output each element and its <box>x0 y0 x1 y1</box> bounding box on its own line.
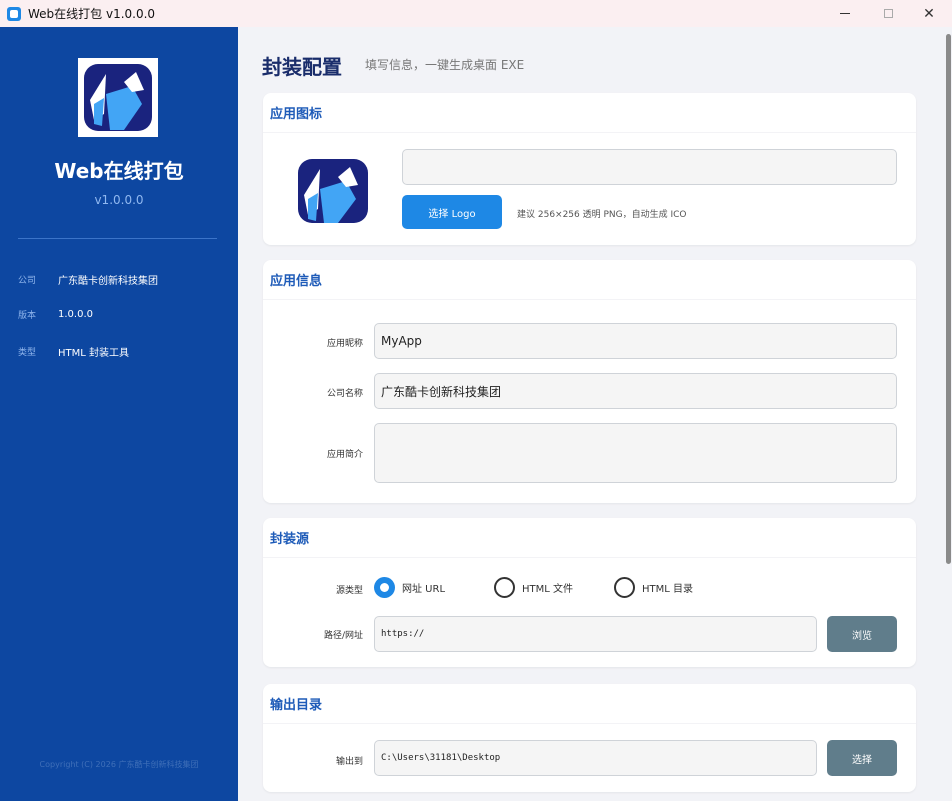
card-app-info: 应用信息 应用昵称 MyApp 公司名称 广东酷卡创新科技集团 应用简介 <box>263 260 916 503</box>
card-title: 应用信息 <box>263 260 916 300</box>
maximize-button[interactable] <box>865 0 911 27</box>
card-app-icon: 应用图标 选择 Logo 建议 256×256 透明 PNG，自动生成 ICO <box>263 93 916 245</box>
copyright-text: Copyright (C) 2026 广东酷卡创新科技集团 <box>39 760 199 769</box>
radio-label: 网址 URL <box>402 584 446 595</box>
info-label: 类型 <box>18 348 37 358</box>
info-value: HTML 封装工具 <box>58 348 130 359</box>
card-title: 应用图标 <box>263 93 916 133</box>
window-title: Web在线打包 v1.0.0.0 <box>28 7 156 21</box>
info-row-type: 类型 HTML 封装工具 <box>18 344 129 359</box>
radio-label: HTML 文件 <box>522 584 574 595</box>
page-title: 封装配置 <box>262 55 342 79</box>
card-source: 封装源 源类型 网址 URL HTML 文件 HTML 目录 路径/网址 htt… <box>263 518 916 667</box>
icon-preview <box>296 157 370 229</box>
select-output-button[interactable]: 选择 <box>827 740 897 776</box>
source-path-input[interactable]: https:// <box>374 616 817 652</box>
page-subtitle: 填写信息，一键生成桌面 EXE <box>365 58 525 72</box>
radio-source-html-file[interactable]: HTML 文件 <box>494 577 573 598</box>
minimize-icon <box>840 13 850 14</box>
sidebar-app-version: v1.0.0.0 <box>94 193 144 207</box>
app-window-icon <box>7 6 21 21</box>
minimize-button[interactable] <box>822 0 868 27</box>
output-dir-input[interactable]: C:\Users\31181\Desktop <box>374 740 817 776</box>
card-title: 输出目录 <box>263 684 916 724</box>
scrollbar-thumb[interactable] <box>946 34 951 564</box>
info-value: 1.0.0.0 <box>58 309 93 320</box>
card-title: 封装源 <box>263 518 916 558</box>
maximize-icon <box>883 9 893 18</box>
info-value: 广东酷卡创新科技集团 <box>58 276 158 287</box>
field-label: 公司名称 <box>326 389 363 399</box>
logo-preview-icon <box>298 159 368 223</box>
sidebar-app-name: Web在线打包 <box>54 159 184 183</box>
radio-unselected-icon <box>494 577 515 598</box>
company-name-input[interactable]: 广东酷卡创新科技集团 <box>374 373 897 409</box>
info-row-version: 版本 1.0.0.0 <box>18 308 93 321</box>
select-logo-button[interactable]: 选择 Logo <box>402 195 502 229</box>
field-label: 应用简介 <box>326 450 363 460</box>
field-label: 应用昵称 <box>326 339 363 349</box>
info-label: 版本 <box>18 311 37 321</box>
path-label: 路径/网址 <box>323 631 363 641</box>
output-label: 输出到 <box>335 757 363 767</box>
radio-source-html-dir[interactable]: HTML 目录 <box>614 577 693 598</box>
title-bar: Web在线打包 v1.0.0.0 ✕ <box>0 0 952 27</box>
app-nickname-input[interactable]: MyApp <box>374 323 897 359</box>
radio-selected-icon <box>374 577 395 598</box>
info-row-company: 公司 广东酷卡创新科技集团 <box>18 272 158 287</box>
close-button[interactable]: ✕ <box>906 0 952 27</box>
source-type-label: 源类型 <box>335 586 363 596</box>
icon-hint: 建议 256×256 透明 PNG，自动生成 ICO <box>517 210 687 220</box>
logo-icon <box>84 64 152 131</box>
app-description-textarea[interactable] <box>374 423 897 483</box>
app-logo <box>78 58 158 137</box>
radio-source-url[interactable]: 网址 URL <box>374 577 445 598</box>
sidebar: Web在线打包 v1.0.0.0 公司 广东酷卡创新科技集团 版本 1.0.0.… <box>0 27 238 801</box>
radio-unselected-icon <box>614 577 635 598</box>
info-label: 公司 <box>18 276 37 286</box>
icon-path-input[interactable] <box>402 149 897 185</box>
main-content: 封装配置 填写信息，一键生成桌面 EXE 应用图标 选择 Logo 建议 256… <box>238 27 952 801</box>
sidebar-divider <box>18 238 217 239</box>
browse-button[interactable]: 浏览 <box>827 616 897 652</box>
card-output: 输出目录 输出到 C:\Users\31181\Desktop 选择 <box>263 684 916 792</box>
radio-label: HTML 目录 <box>642 584 694 595</box>
close-icon: ✕ <box>923 5 935 22</box>
